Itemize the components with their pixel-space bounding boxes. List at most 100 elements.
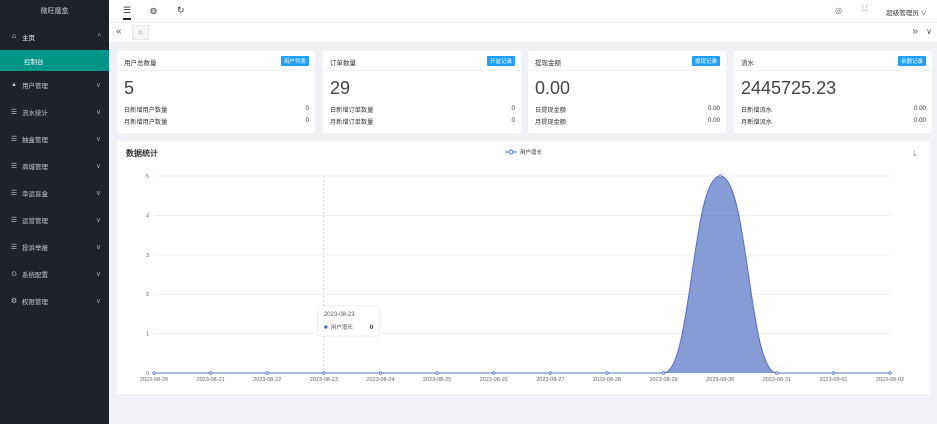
legend-marker[interactable] [508,149,514,155]
fullscreen-icon[interactable]: ⛶ [862,6,867,14]
card-row-label: 日新增流水 [741,107,772,114]
card-row: 日新增流水 0.00 [741,105,926,114]
list-icon: ☰ [10,216,18,224]
sidebar-item-label: 商城管理 [22,163,48,171]
x-tick-label: 2023-09-01 [819,377,847,383]
sidebar-item-0[interactable]: ▲ 用户管理 ∨ [0,71,109,98]
data-point[interactable] [435,371,439,375]
card-link-badge[interactable]: 开盒记录 [486,56,515,66]
sidebar-item-label: 主页 [22,34,35,42]
home-icon: ⌂ [11,33,17,40]
card-link-badge[interactable]: 用户列表 [280,56,309,66]
card-row: 月新增流水 0.00 [741,117,926,126]
refresh-icon[interactable]: ↻ [177,5,185,16]
sidebar-item-4[interactable]: ☰ 幸运盲盒 ∨ [0,179,109,206]
series-area [154,176,890,373]
card-divider [528,70,726,71]
x-tick-label: 2023-08-25 [423,377,451,383]
chevron-down-icon: ∨ [918,10,927,17]
sidebar-item-1[interactable]: ☰ 流水统计 ∨ [0,98,109,125]
sidebar-item-label: 用户管理 [22,82,48,90]
card-title: 提现金额 [535,60,561,67]
x-tick-label: 2023-09-02 [876,377,904,383]
x-tick-label: 2023-08-21 [197,377,225,383]
data-point[interactable] [265,371,269,375]
sidebar-item-2[interactable]: ☰ 抽盒管理 ∨ [0,125,109,152]
list-icon: ☰ [10,135,18,143]
sidebar-item-label: 抽盒管理 [22,136,48,144]
chevron-down-icon: ∨ [95,243,101,251]
card-row-label: 月新增订单数量 [330,119,374,126]
tabs-next-icon[interactable]: » [912,26,918,37]
x-tick-label: 2023-08-23 [310,377,338,383]
data-point[interactable] [548,371,553,375]
menu-toggle-icon[interactable]: ☰ [123,5,132,20]
data-point[interactable] [775,371,779,375]
tooltip-marker [324,325,328,329]
x-tick-label: 2023-08-28 [593,377,621,383]
tabs-bar: « ⌂ » ∨ [109,23,937,43]
card-divider [734,70,932,71]
chevron-up-icon: ^ [97,33,101,40]
card-row-label: 日新增订单数量 [330,107,374,114]
globe-icon[interactable]: ◍ [150,6,157,15]
card-row: 日新增订单数量 0 [330,105,515,114]
card-row-value: 0 [305,105,309,112]
list-icon: ☰ [10,162,18,170]
gear-icon: ⚙ [10,297,18,305]
theme-icon[interactable]: ◎ [835,6,842,15]
tooltip-date: 2023-08-23 [324,312,355,318]
legend-label: 用户增长 [520,148,543,156]
x-tick-label: 2023-08-30 [706,377,734,383]
sidebar-item-home[interactable]: ⌂ 主页 ^ [0,23,109,50]
data-point[interactable] [378,371,383,375]
user-name: 超级管理员 [886,10,919,17]
data-point[interactable] [322,371,326,375]
data-point[interactable] [718,174,722,178]
chevron-down-icon: ∨ [95,108,101,116]
card-row-value: 0.00 [707,105,720,112]
data-point[interactable] [491,371,496,375]
data-point[interactable] [831,371,836,375]
sidebar-item-8[interactable]: ⚙ 权限管理 ∨ [0,287,109,314]
chevron-down-icon: ∨ [95,81,101,89]
data-point[interactable] [152,371,156,375]
data-point[interactable] [605,371,609,375]
tabs-menu-chevron-icon[interactable]: ∨ [926,27,932,36]
card-row-value: 0.00 [913,105,926,112]
sidebar-item-label: 权限管理 [22,298,48,306]
card-title: 订单数量 [330,60,356,67]
tooltip-box [317,305,381,337]
tab-home[interactable]: ⌂ [132,25,149,40]
x-tick-label: 2023-08-26 [480,377,508,383]
chevron-down-icon: ∨ [95,270,101,278]
data-point[interactable] [661,371,666,375]
data-point[interactable] [888,371,892,375]
sidebar-item-3[interactable]: ☰ 商城管理 ∨ [0,152,109,179]
card-row-label: 月提现金额 [535,119,566,126]
card-row-label: 日新增用户数量 [124,107,168,114]
sidebar-subitem-console[interactable]: 控制台 [0,50,109,71]
card-value: 2445725.23 [741,78,837,98]
card-value: 29 [330,78,351,98]
card-row: 月新增订单数量 0 [330,117,515,126]
list-icon: ☰ [10,189,18,197]
sidebar-item-5[interactable]: ☰ 运营管理 ∨ [0,206,109,233]
tooltip-series: 用户增长 [331,323,354,331]
data-point[interactable] [208,371,213,375]
stat-card: 订单数量 开盒记录 29 日新增订单数量 0 月新增订单数量 0 [323,51,521,133]
card-row-label: 月新增用户数量 [124,119,168,126]
card-link-badge[interactable]: 余额记录 [897,56,926,66]
user-menu[interactable]: 超级管理员 ∨ [886,7,927,17]
tabs-prev-icon[interactable]: « [116,26,122,37]
sidebar-item-7[interactable]: ⊙ 系统配置 ∨ [0,260,109,287]
sidebar-item-label: 幸运盲盒 [22,190,48,198]
sidebar-item-6[interactable]: ☰ 投诉举报 ∨ [0,233,109,260]
list-icon: ☰ [10,108,18,116]
y-tick-label: 2 [146,292,149,298]
x-tick-label: 2023-08-31 [763,377,791,383]
card-link-badge[interactable]: 提现记录 [691,56,720,66]
card-value: 5 [124,78,135,98]
download-icon[interactable]: ⤓ [913,149,917,158]
x-tick-label: 2023-08-22 [253,377,281,383]
